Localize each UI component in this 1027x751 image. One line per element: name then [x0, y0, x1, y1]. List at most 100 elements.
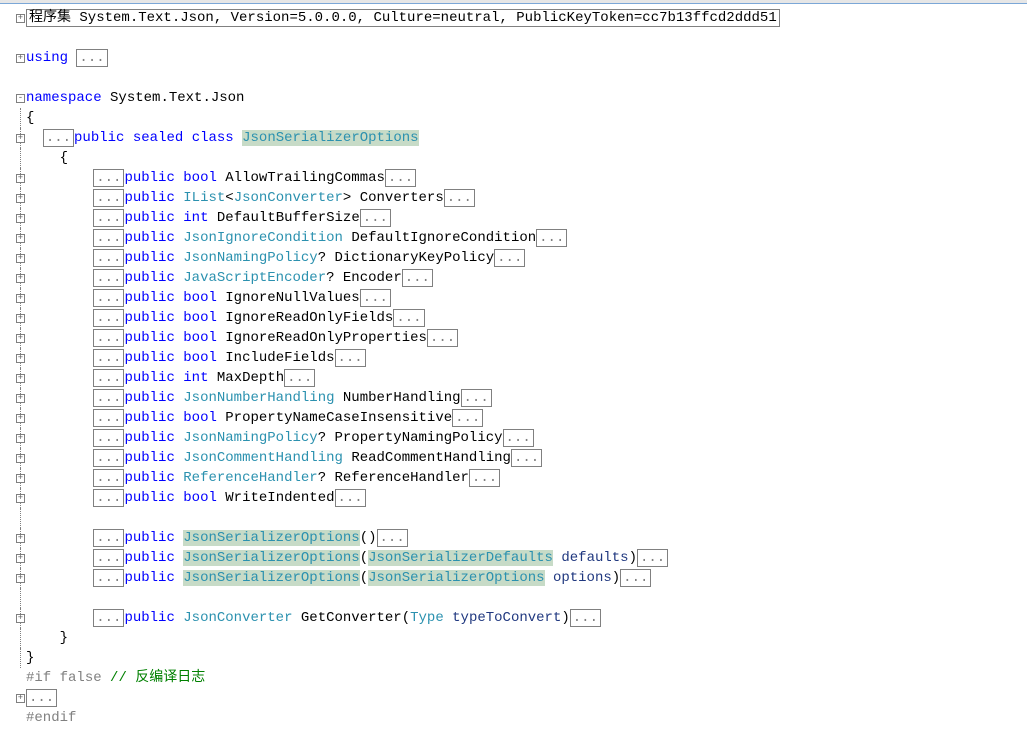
- ellipsis-region[interactable]: ...: [461, 389, 492, 407]
- code-line[interactable]: #endif: [0, 708, 1027, 728]
- expand-icon[interactable]: +: [16, 354, 25, 363]
- expand-icon[interactable]: +: [16, 454, 25, 463]
- ellipsis-region[interactable]: ...: [360, 289, 391, 307]
- code-line[interactable]: + ...public IList<JsonConverter> Convert…: [0, 188, 1027, 208]
- code-line[interactable]: + ...public JsonIgnoreCondition DefaultI…: [0, 228, 1027, 248]
- expand-icon[interactable]: +: [16, 434, 25, 443]
- code-line[interactable]: + ...public sealed class JsonSerializerO…: [0, 128, 1027, 148]
- expand-icon[interactable]: +: [16, 194, 25, 203]
- code-line[interactable]: + ...public JsonSerializerOptions()...: [0, 528, 1027, 548]
- ellipsis-region[interactable]: ...: [494, 249, 525, 267]
- code-line[interactable]: [0, 68, 1027, 88]
- code-line[interactable]: [0, 588, 1027, 608]
- code-line[interactable]: + ...public ReferenceHandler? ReferenceH…: [0, 468, 1027, 488]
- code-line[interactable]: + ...public JsonCommentHandling ReadComm…: [0, 448, 1027, 468]
- expand-icon[interactable]: +: [16, 554, 25, 563]
- expand-icon[interactable]: +: [16, 494, 25, 503]
- expand-icon[interactable]: +: [16, 394, 25, 403]
- expand-icon[interactable]: +: [16, 214, 25, 223]
- ellipsis-region[interactable]: ...: [93, 569, 124, 587]
- code-line[interactable]: + ...public bool IncludeFields...: [0, 348, 1027, 368]
- expand-icon[interactable]: +: [16, 474, 25, 483]
- code-line[interactable]: + ...public JavaScriptEncoder? Encoder..…: [0, 268, 1027, 288]
- ellipsis-region[interactable]: ...: [93, 529, 124, 547]
- ellipsis-region[interactable]: ...: [444, 189, 475, 207]
- code-line[interactable]: + ...public bool AllowTrailingCommas...: [0, 168, 1027, 188]
- ellipsis-region[interactable]: ...: [93, 449, 124, 467]
- expand-icon[interactable]: +: [16, 334, 25, 343]
- expand-icon[interactable]: +: [16, 234, 25, 243]
- ellipsis-region[interactable]: ...: [93, 609, 124, 627]
- expand-icon[interactable]: +: [16, 254, 25, 263]
- ellipsis-region[interactable]: ...: [284, 369, 315, 387]
- ellipsis-region[interactable]: ...: [620, 569, 651, 587]
- ellipsis-region[interactable]: ...: [402, 269, 433, 287]
- code-line[interactable]: + ...public JsonSerializerOptions(JsonSe…: [0, 568, 1027, 588]
- expand-icon[interactable]: +: [16, 14, 25, 23]
- ellipsis-region[interactable]: ...: [427, 329, 458, 347]
- code-line[interactable]: + ...public bool IgnoreNullValues...: [0, 288, 1027, 308]
- ellipsis-region[interactable]: ...: [511, 449, 542, 467]
- ellipsis-region[interactable]: ...: [93, 189, 124, 207]
- ellipsis-region[interactable]: ...: [93, 549, 124, 567]
- ellipsis-region[interactable]: ...: [93, 389, 124, 407]
- ellipsis-region[interactable]: ...: [377, 529, 408, 547]
- collapse-icon[interactable]: -: [16, 94, 25, 103]
- code-line[interactable]: {: [0, 108, 1027, 128]
- ellipsis-region[interactable]: ...: [335, 349, 366, 367]
- ellipsis-region[interactable]: ...: [93, 489, 124, 507]
- ellipsis-region[interactable]: ...: [93, 369, 124, 387]
- ellipsis-region[interactable]: ...: [570, 609, 601, 627]
- expand-icon[interactable]: +: [16, 54, 25, 63]
- ellipsis-region[interactable]: ...: [93, 269, 124, 287]
- code-editor[interactable]: +程序集 System.Text.Json, Version=5.0.0.0, …: [0, 4, 1027, 728]
- code-line[interactable]: + ...public JsonNamingPolicy? Dictionary…: [0, 248, 1027, 268]
- code-line[interactable]: + ...public int MaxDepth...: [0, 368, 1027, 388]
- code-line[interactable]: + ...public JsonNamingPolicy? PropertyNa…: [0, 428, 1027, 448]
- ellipsis-region[interactable]: ...: [26, 689, 57, 707]
- ellipsis-region[interactable]: ...: [469, 469, 500, 487]
- ellipsis-region[interactable]: ...: [385, 169, 416, 187]
- expand-icon[interactable]: +: [16, 174, 25, 183]
- ellipsis-region[interactable]: ...: [503, 429, 534, 447]
- code-line[interactable]: {: [0, 148, 1027, 168]
- code-line[interactable]: +using ...: [0, 48, 1027, 68]
- expand-icon[interactable]: +: [16, 534, 25, 543]
- ellipsis-region[interactable]: ...: [93, 429, 124, 447]
- ellipsis-region[interactable]: ...: [93, 309, 124, 327]
- ellipsis-region[interactable]: ...: [335, 489, 366, 507]
- code-line[interactable]: + ...public bool PropertyNameCaseInsensi…: [0, 408, 1027, 428]
- ellipsis-region[interactable]: ...: [393, 309, 424, 327]
- expand-icon[interactable]: +: [16, 314, 25, 323]
- ellipsis-region[interactable]: ...: [93, 249, 124, 267]
- code-line[interactable]: [0, 28, 1027, 48]
- ellipsis-region[interactable]: ...: [536, 229, 567, 247]
- ellipsis-region[interactable]: ...: [93, 209, 124, 227]
- ellipsis-region[interactable]: ...: [93, 289, 124, 307]
- ellipsis-region[interactable]: ...: [360, 209, 391, 227]
- code-line[interactable]: + ...public bool IgnoreReadOnlyFields...: [0, 308, 1027, 328]
- expand-icon[interactable]: +: [16, 134, 25, 143]
- expand-icon[interactable]: +: [16, 694, 25, 703]
- code-line[interactable]: }: [0, 628, 1027, 648]
- code-line[interactable]: + ...public int DefaultBufferSize...: [0, 208, 1027, 228]
- ellipsis-region[interactable]: ...: [93, 329, 124, 347]
- expand-icon[interactable]: +: [16, 614, 25, 623]
- code-line[interactable]: + ...public JsonSerializerOptions(JsonSe…: [0, 548, 1027, 568]
- code-line[interactable]: +程序集 System.Text.Json, Version=5.0.0.0, …: [0, 8, 1027, 28]
- ellipsis-region[interactable]: ...: [93, 349, 124, 367]
- code-line[interactable]: + ...public JsonConverter GetConverter(T…: [0, 608, 1027, 628]
- code-line[interactable]: }: [0, 648, 1027, 668]
- ellipsis-region[interactable]: ...: [93, 469, 124, 487]
- expand-icon[interactable]: +: [16, 374, 25, 383]
- ellipsis-region[interactable]: ...: [93, 409, 124, 427]
- expand-icon[interactable]: +: [16, 294, 25, 303]
- ellipsis-region[interactable]: ...: [76, 49, 107, 67]
- code-line[interactable]: + ...public bool WriteIndented...: [0, 488, 1027, 508]
- ellipsis-region[interactable]: ...: [452, 409, 483, 427]
- ellipsis-region[interactable]: ...: [637, 549, 668, 567]
- code-line[interactable]: [0, 508, 1027, 528]
- expand-icon[interactable]: +: [16, 414, 25, 423]
- ellipsis-region[interactable]: ...: [93, 169, 124, 187]
- code-line[interactable]: -namespace System.Text.Json: [0, 88, 1027, 108]
